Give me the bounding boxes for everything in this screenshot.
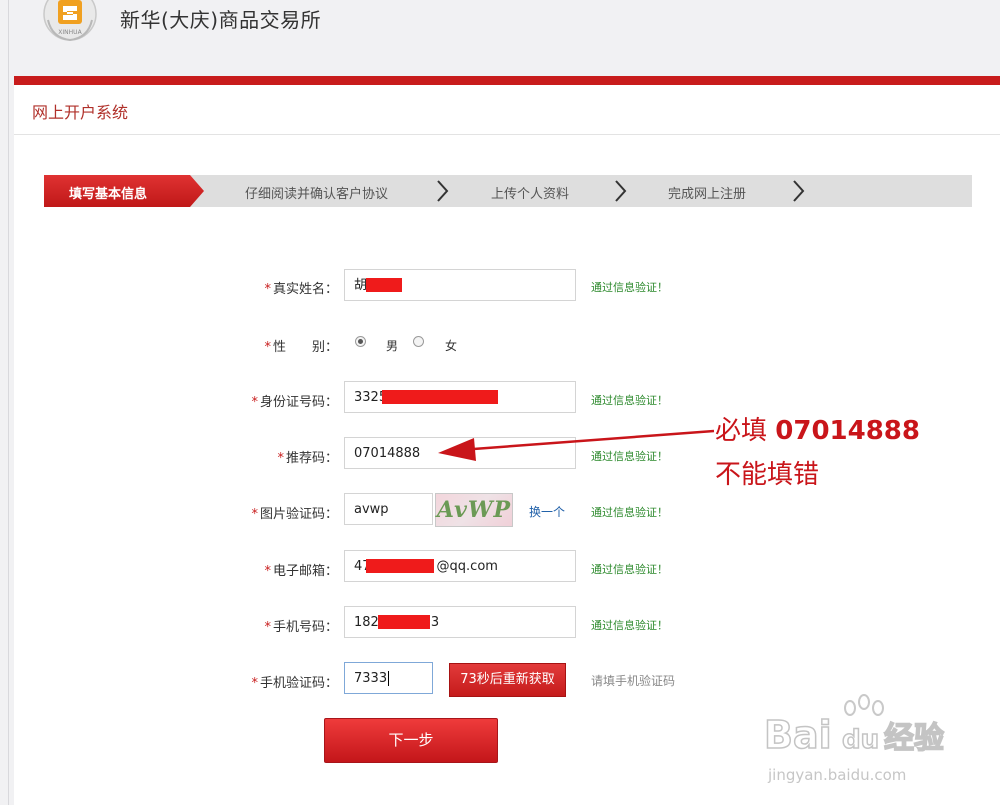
redaction-mark xyxy=(366,278,402,292)
header-red-bar xyxy=(14,76,1000,85)
captcha-input[interactable]: avwp xyxy=(344,493,433,525)
step-chevron-icon xyxy=(615,180,627,202)
sms-code-input[interactable]: 7333 xyxy=(344,662,433,694)
sms-code-hint: 请填手机验证码 xyxy=(591,674,676,688)
gender-female-radio[interactable] xyxy=(413,336,424,347)
step-chevron-icon xyxy=(793,180,805,202)
gender-male-label: 男 xyxy=(386,339,399,353)
annotation-line-2: 不能填错 xyxy=(715,460,820,490)
captcha-image[interactable]: AvWP xyxy=(435,493,513,527)
id-number-label: * 身份证号码： xyxy=(251,395,338,410)
step-1-label: 填写基本信息 xyxy=(69,187,148,202)
step-3-label: 上传个人资料 xyxy=(491,187,570,202)
page-left-border xyxy=(8,0,9,805)
redaction-mark xyxy=(382,390,498,404)
name-verified-text: 通过信息验证！ xyxy=(591,281,668,294)
email-verified-text: 通过信息验证！ xyxy=(591,563,668,576)
svg-text:jingyan.baidu.com: jingyan.baidu.com xyxy=(767,766,906,784)
gender-female-label: 女 xyxy=(445,339,458,353)
step-2-label: 仔细阅读并确认客户协议 xyxy=(245,187,389,202)
site-title: 新华(大庆)商品交易所 xyxy=(120,8,322,32)
captcha-verified-text: 通过信息验证！ xyxy=(591,506,668,519)
sms-code-label: * 手机验证码： xyxy=(251,676,338,691)
svg-text:du: du xyxy=(842,725,879,755)
phone-verified-text: 通过信息验证！ xyxy=(591,619,668,632)
email-label: * 电子邮箱： xyxy=(264,564,338,579)
captcha-refresh-link[interactable]: 换一个 xyxy=(529,503,565,520)
step-4-label: 完成网上注册 xyxy=(668,187,747,202)
redaction-mark xyxy=(366,559,434,573)
gender-male-radio[interactable] xyxy=(355,336,366,347)
name-label: * 真实姓名： xyxy=(264,282,338,297)
referral-label: * 推荐码： xyxy=(277,451,338,466)
id-verified-text: 通过信息验证！ xyxy=(591,394,668,407)
annotation-arrow-icon xyxy=(438,429,715,461)
redaction-mark xyxy=(378,615,430,629)
xinhua-logo-icon: XINHUA xyxy=(43,0,97,42)
svg-text:经验: 经验 xyxy=(884,721,944,756)
title-divider xyxy=(14,134,1000,135)
next-step-button[interactable]: 下一步 xyxy=(324,718,498,763)
resend-sms-button[interactable]: 73秒后重新获取 xyxy=(449,663,566,697)
captcha-label: * 图片验证码： xyxy=(251,507,338,522)
phone-label: * 手机号码： xyxy=(264,620,338,635)
svg-text:Bai: Bai xyxy=(764,713,832,757)
annotation-line-1: 必填 07014888 xyxy=(715,416,920,446)
system-title: 网上开户系统 xyxy=(32,103,129,122)
step-chevron-icon xyxy=(437,180,449,202)
svg-text:XINHUA: XINHUA xyxy=(58,29,82,36)
gender-label: * 性 别： xyxy=(264,340,338,355)
baidu-jingyan-watermark: Bai 经验 jingyan.baidu.com du xyxy=(763,694,945,784)
